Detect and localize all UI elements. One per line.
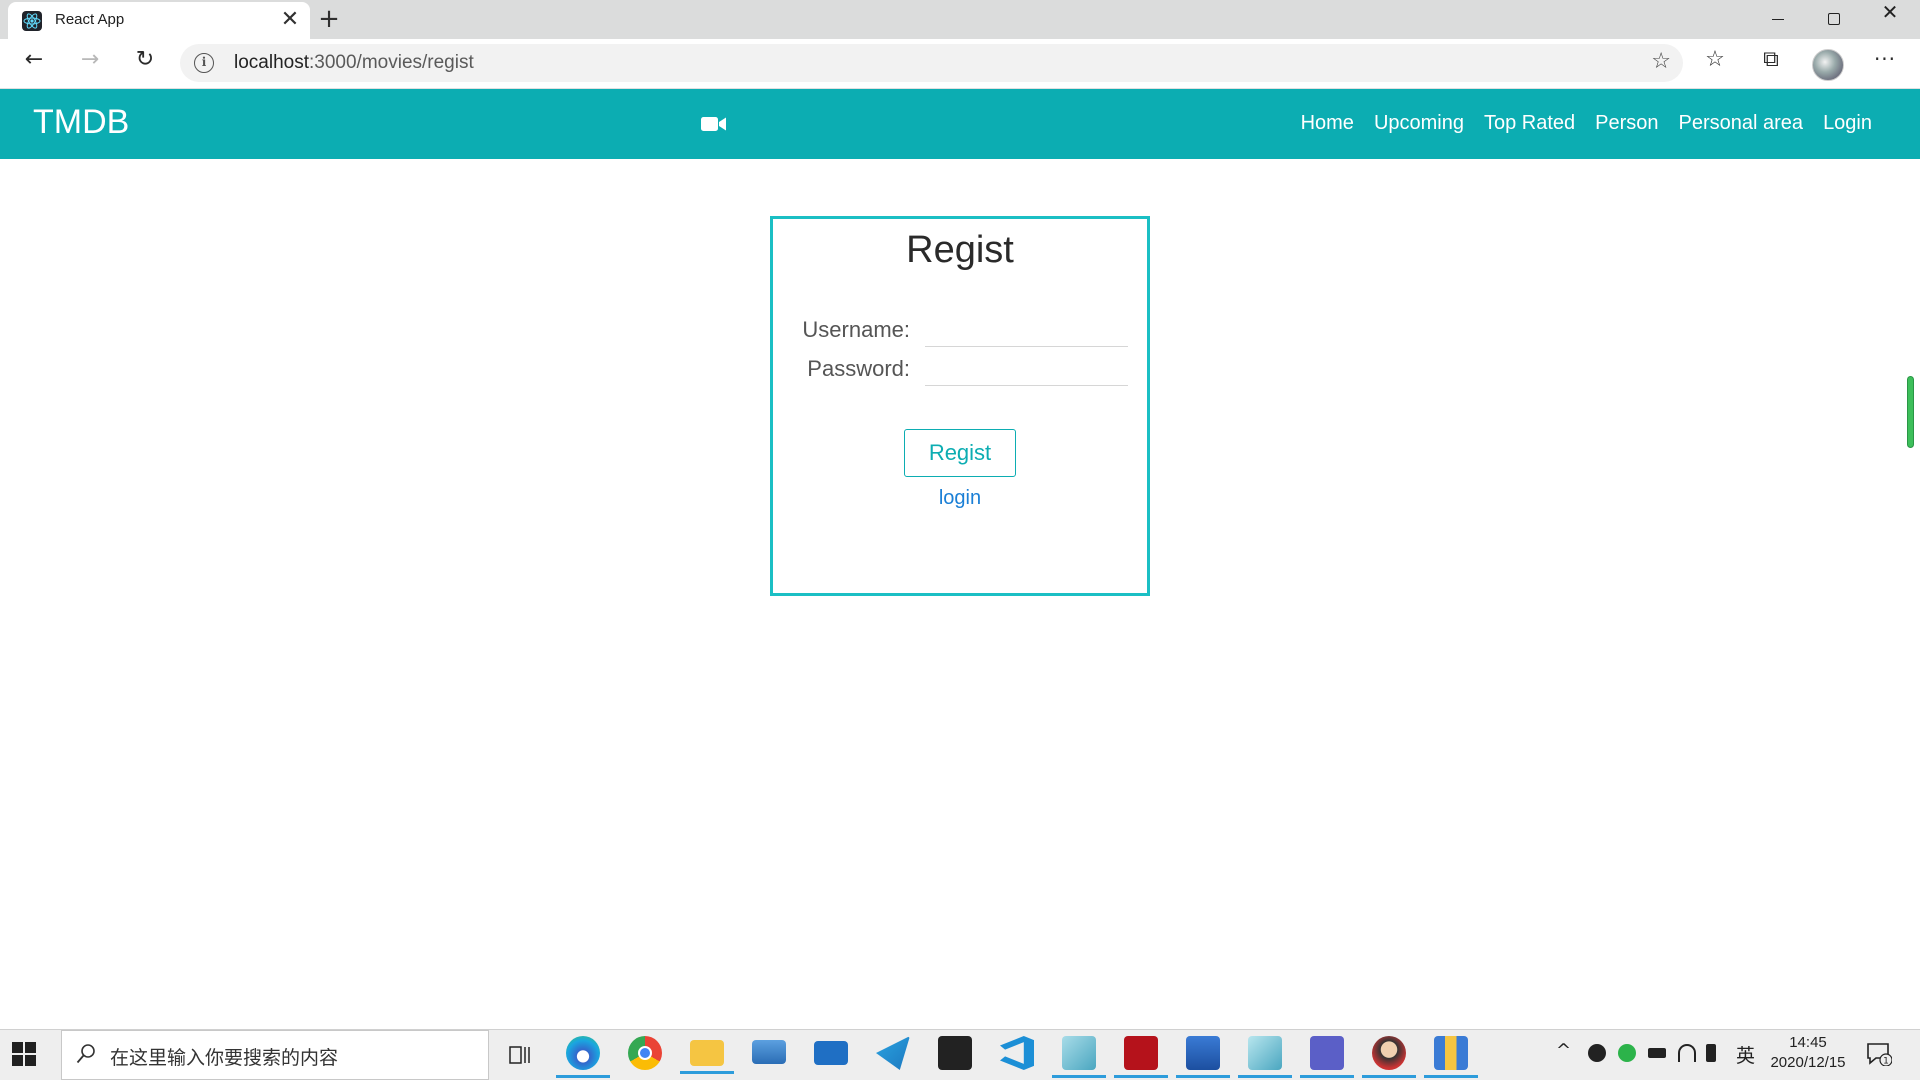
forward-arrow-icon[interactable]: → bbox=[72, 47, 108, 81]
notes-app-2-icon[interactable] bbox=[1238, 1036, 1292, 1078]
search-icon bbox=[76, 1044, 95, 1064]
this-pc-icon[interactable] bbox=[752, 1040, 786, 1064]
nav-link-upcoming[interactable]: Upcoming bbox=[1374, 112, 1464, 135]
volume-icon[interactable] bbox=[1706, 1044, 1716, 1062]
edge-browser-icon[interactable] bbox=[556, 1036, 610, 1078]
scroll-indicator[interactable] bbox=[1907, 376, 1914, 448]
username-label: Username: bbox=[802, 317, 910, 342]
url-path: :3000/movies/regist bbox=[309, 52, 474, 73]
profile-avatar[interactable] bbox=[1812, 49, 1844, 81]
nav-links: Home Upcoming Top Rated Person Personal … bbox=[1301, 112, 1872, 135]
chrome-icon[interactable] bbox=[628, 1036, 662, 1070]
nav-link-login[interactable]: Login bbox=[1823, 112, 1872, 135]
brand-logo[interactable]: TMDB bbox=[33, 103, 129, 142]
back-arrow-icon[interactable]: ← bbox=[16, 47, 52, 81]
acrobat-icon[interactable] bbox=[1114, 1036, 1168, 1078]
security-app-icon[interactable] bbox=[1618, 1044, 1636, 1062]
tab-close-icon[interactable]: ✕ bbox=[276, 6, 304, 34]
nav-link-home[interactable]: Home bbox=[1301, 112, 1354, 135]
url-text[interactable]: localhost:3000/movies/regist bbox=[234, 52, 474, 74]
regist-title: Regist bbox=[906, 229, 1014, 271]
favorites-icon[interactable]: ☆ bbox=[1697, 47, 1733, 81]
photos-icon[interactable] bbox=[1176, 1036, 1230, 1078]
more-menu-icon[interactable]: ··· bbox=[1867, 47, 1903, 81]
task-view-icon[interactable] bbox=[508, 1043, 532, 1067]
username-input[interactable] bbox=[925, 315, 1128, 347]
react-logo-icon bbox=[22, 11, 42, 31]
browser-tab-active[interactable]: React App ✕ bbox=[8, 2, 310, 39]
nav-link-personal-area[interactable]: Personal area bbox=[1679, 112, 1804, 135]
wifi-icon[interactable] bbox=[1678, 1044, 1696, 1062]
notifications-badge: 1 bbox=[1883, 1057, 1889, 1067]
site-info-icon[interactable]: i bbox=[194, 53, 214, 73]
nav-link-person[interactable]: Person bbox=[1595, 112, 1658, 135]
nav-link-top-rated[interactable]: Top Rated bbox=[1484, 112, 1575, 135]
regist-button[interactable]: Regist bbox=[904, 429, 1016, 477]
avatar-app-icon[interactable] bbox=[1362, 1036, 1416, 1078]
new-tab-icon[interactable]: + bbox=[314, 4, 344, 34]
collections-icon[interactable]: ⧉ bbox=[1753, 47, 1789, 81]
favorite-star-icon[interactable]: ☆ bbox=[1651, 49, 1671, 74]
tab-title: React App bbox=[55, 11, 125, 28]
clock-date: 2020/12/15 bbox=[1770, 1054, 1846, 1071]
qq-icon[interactable] bbox=[1588, 1044, 1606, 1062]
regist-card: Regist Username: Password: Regist login bbox=[770, 216, 1150, 596]
tray-overflow-icon[interactable]: ^ bbox=[1556, 1040, 1571, 1061]
notifications-icon[interactable]: 1 bbox=[1866, 1042, 1892, 1066]
windows-start-icon[interactable] bbox=[12, 1042, 36, 1066]
windows-taskbar: 在这里输入你要搜索的内容 ^ 英 14:45 2020/12/15 1 bbox=[0, 1029, 1920, 1080]
store-icon[interactable] bbox=[938, 1036, 972, 1070]
app-navbar: TMDB Home Upcoming Top Rated Person Pers… bbox=[0, 89, 1920, 159]
window-close-button[interactable]: ✕ bbox=[1862, 0, 1918, 39]
password-label: Password: bbox=[807, 356, 910, 381]
teams-icon[interactable] bbox=[1300, 1036, 1354, 1078]
mail-icon[interactable] bbox=[814, 1041, 848, 1065]
archive-app-icon[interactable] bbox=[1424, 1036, 1478, 1078]
main-content: Regist Username: Password: Regist login bbox=[0, 159, 1920, 1029]
file-explorer-icon[interactable] bbox=[680, 1040, 734, 1074]
password-row: Password: bbox=[773, 350, 1147, 390]
telegram-icon[interactable] bbox=[876, 1036, 910, 1070]
browser-toolbar: ← → ↻ i localhost:3000/movies/regist ☆ ☆… bbox=[0, 39, 1920, 89]
address-bar[interactable]: i localhost:3000/movies/regist ☆ bbox=[180, 44, 1683, 82]
clock[interactable]: 14:45 2020/12/15 bbox=[1770, 1033, 1846, 1073]
video-camera-icon bbox=[701, 117, 726, 131]
password-input[interactable] bbox=[925, 354, 1128, 386]
search-placeholder: 在这里输入你要搜索的内容 bbox=[110, 1047, 339, 1069]
url-host: localhost bbox=[234, 52, 309, 73]
reload-icon[interactable]: ↻ bbox=[127, 47, 163, 81]
vscode-icon[interactable] bbox=[1000, 1036, 1034, 1070]
window-minimize-button[interactable] bbox=[1750, 0, 1806, 39]
notes-app-icon[interactable] bbox=[1052, 1036, 1106, 1078]
input-language-indicator[interactable]: 英 bbox=[1736, 1041, 1755, 1068]
clock-time: 14:45 bbox=[1789, 1034, 1827, 1051]
login-link[interactable]: login bbox=[773, 487, 1147, 510]
taskbar-search-box[interactable]: 在这里输入你要搜索的内容 bbox=[61, 1030, 489, 1080]
browser-tabstrip: React App ✕ + ✕ bbox=[0, 0, 1920, 39]
battery-icon[interactable] bbox=[1648, 1048, 1666, 1058]
window-restore-button[interactable] bbox=[1806, 0, 1862, 39]
username-row: Username: bbox=[773, 311, 1147, 351]
